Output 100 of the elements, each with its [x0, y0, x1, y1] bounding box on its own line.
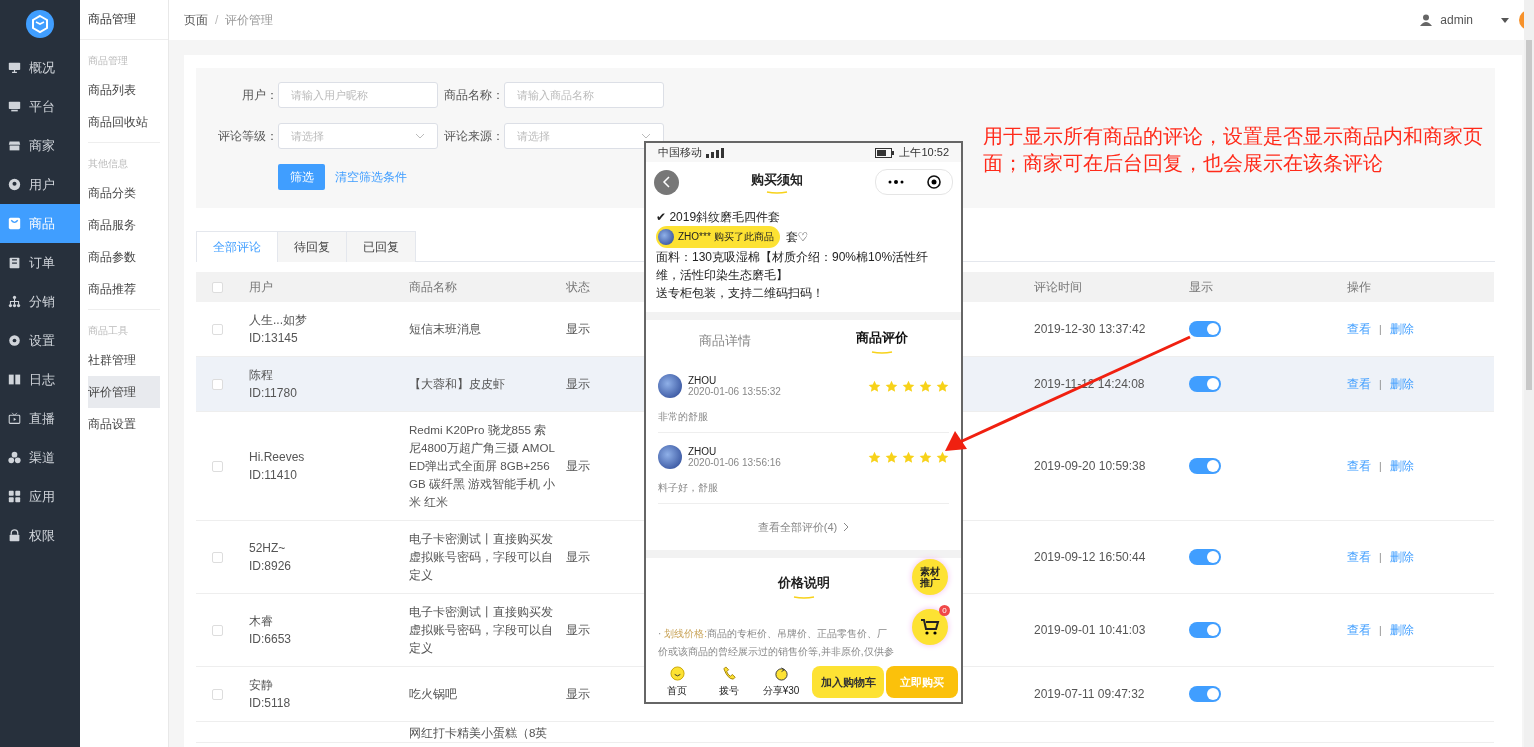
user-id: ID:11410 [249, 467, 297, 484]
user-id: ID:8926 [249, 558, 292, 575]
sidebar-item[interactable]: 直播 [0, 399, 80, 438]
tab[interactable]: 已回复 [347, 231, 416, 262]
checkbox[interactable] [212, 551, 223, 563]
sidebar-item[interactable]: 分销 [0, 282, 80, 321]
sidebar-label: 概况 [29, 58, 55, 77]
status-text: 显示 [566, 320, 590, 338]
sidebar-item[interactable]: 商家 [0, 126, 80, 165]
product-name: 【大蓉和】皮皮虾 [409, 376, 506, 392]
phone-icon [721, 666, 737, 681]
checkbox[interactable] [212, 460, 223, 472]
sidebar-item[interactable]: 渠道 [0, 438, 80, 477]
user-name: 陈程 [249, 367, 273, 384]
tabbar-item[interactable]: 拨号 [704, 666, 754, 698]
caret-icon[interactable] [1501, 17, 1509, 23]
sidebar-label: 订单 [29, 253, 55, 272]
input-field[interactable]: 请输入用户昵称 [278, 82, 438, 108]
action-separator: | [1379, 378, 1382, 390]
sidebar-label: 渠道 [29, 448, 55, 467]
submenu-item[interactable]: 商品回收站 [88, 106, 160, 138]
battery-icon [875, 147, 896, 158]
gear-icon [8, 334, 21, 347]
more-dots-icon [887, 180, 904, 184]
submenu-item[interactable]: 商品设置 [88, 408, 160, 440]
title-underline [871, 350, 894, 354]
submenu-item[interactable]: 商品推荐 [88, 273, 160, 305]
submenu-item[interactable]: 商品分类 [88, 177, 160, 209]
column-header: 商品名称 [399, 272, 556, 302]
sidebar-item[interactable]: 日志 [0, 360, 80, 399]
detail-tab[interactable]: 商品详情 [646, 332, 804, 350]
user-name[interactable]: admin [1440, 13, 1473, 27]
breadcrumb-item[interactable]: 页面 [184, 11, 208, 29]
detail-tab[interactable]: 商品评价 [803, 328, 961, 354]
product-name: 电子卡密测试丨直接购买发虚拟账号密码，字段可以自定义 [409, 531, 554, 583]
all-reviews-link[interactable]: 查看全部评价(4) [646, 504, 961, 550]
book-icon [8, 373, 21, 386]
scrollbar[interactable] [1524, 0, 1534, 747]
purchase-toast: ZHO*** 购买了此商品 [656, 226, 780, 248]
checkbox[interactable] [212, 688, 223, 700]
monitor-icon [8, 100, 21, 113]
avatar [658, 374, 682, 398]
sidebar-label: 商品 [29, 214, 55, 233]
sidebar-label: 日志 [29, 370, 55, 389]
back-button[interactable] [654, 169, 679, 195]
tab[interactable]: 待回复 [278, 231, 347, 262]
user-name: 安静 [249, 677, 273, 694]
sidebar-label: 商家 [29, 136, 55, 155]
reviewer-name: ZHOU [688, 446, 718, 457]
promo-button[interactable]: 素材推广 [912, 559, 948, 595]
sidebar-item[interactable]: 应用 [0, 477, 80, 516]
tabbar-item[interactable]: 分享¥30 [756, 666, 806, 698]
product-name: 电子卡密测试丨直接购买发虚拟账号密码，字段可以自定义 [409, 604, 554, 656]
star-icon [936, 450, 949, 464]
star-icon [902, 379, 915, 393]
toggle-switch[interactable] [1189, 549, 1221, 565]
add-to-cart-button[interactable]: 加入购物车 [812, 666, 884, 698]
submenu-item[interactable]: 商品列表 [88, 74, 160, 106]
sidebar-item[interactable]: 用户 [0, 165, 80, 204]
column-header: 用户 [239, 272, 399, 302]
breadcrumb-item: 评价管理 [225, 11, 274, 29]
toggle-switch[interactable] [1189, 321, 1221, 337]
checkbox[interactable] [212, 624, 223, 636]
user-name: 52HZ~ [249, 540, 286, 557]
checkbox[interactable] [212, 281, 223, 293]
sidebar-item[interactable]: 设置 [0, 321, 80, 360]
toggle-switch[interactable] [1189, 458, 1221, 474]
star-icon [919, 450, 932, 464]
capsule-menu[interactable] [875, 169, 953, 195]
sidebar-item[interactable]: 概况 [0, 48, 80, 87]
sidebar-label: 平台 [29, 97, 55, 116]
action-separator: | [1379, 624, 1382, 636]
toggle-switch[interactable] [1189, 622, 1221, 638]
sidebar-item[interactable]: 订单 [0, 243, 80, 282]
checkbox[interactable] [212, 378, 223, 390]
submenu-item[interactable]: 社群管理 [88, 344, 160, 376]
review-date: 2020-01-06 13:55:32 [688, 386, 782, 397]
comment-time: 2019-09-20 10:59:38 [1034, 459, 1146, 473]
comment-time: 2019-07-11 09:47:32 [1034, 687, 1145, 701]
cluster-icon [8, 451, 21, 464]
tabbar-item[interactable]: 首页 [652, 666, 702, 698]
submenu-heading: 其他信息 [88, 157, 129, 171]
submenu-item[interactable]: 商品服务 [88, 209, 160, 241]
toggle-switch[interactable] [1189, 686, 1221, 702]
hierarchy-icon [8, 295, 21, 308]
sidebar-label: 用户 [29, 175, 55, 194]
product-name: 短信末班消息 [409, 321, 482, 337]
checkbox[interactable] [212, 323, 223, 335]
submenu-item[interactable]: 商品参数 [88, 241, 160, 273]
description-line: 送专柜包装，支持二维码扫码！ [656, 285, 825, 302]
input-field[interactable]: 请输入商品名称 [504, 82, 664, 108]
toggle-switch[interactable] [1189, 376, 1221, 392]
chevron-right-icon [843, 522, 850, 532]
chevron-down-icon [641, 133, 651, 139]
bag-icon [8, 217, 21, 230]
star-icon [885, 379, 898, 393]
sidebar-item[interactable]: 平台 [0, 87, 80, 126]
avatar [658, 229, 674, 245]
sidebar-item[interactable]: 权限 [0, 516, 80, 555]
submenu-item[interactable]: 评价管理 [88, 376, 160, 408]
